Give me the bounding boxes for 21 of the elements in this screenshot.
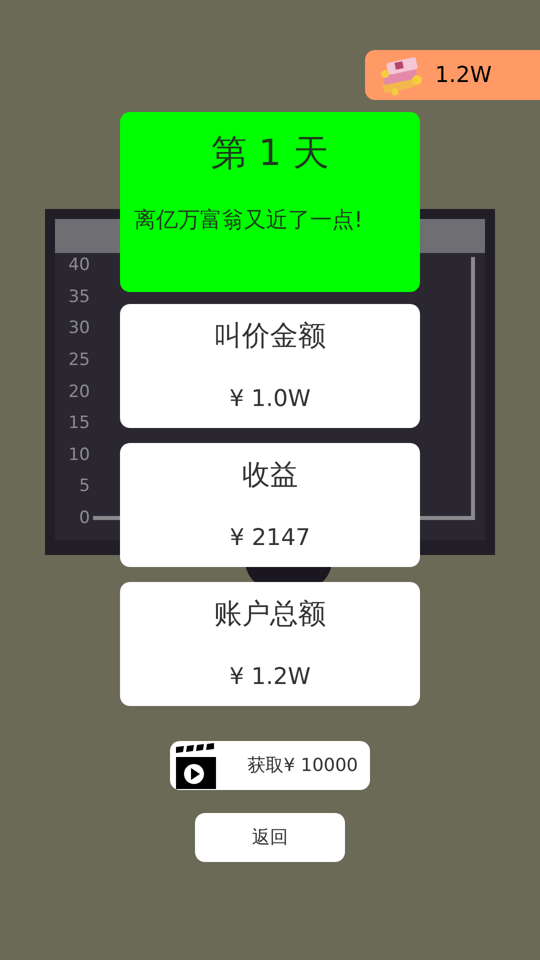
wallet-amount: 1.2W (435, 62, 492, 90)
axis-label: 40 (68, 255, 90, 275)
axis-label: 0 (79, 508, 90, 528)
stat-label: 收益 (242, 457, 298, 493)
reward-video-button[interactable]: 获取¥ 10000 (170, 741, 370, 790)
stat-value: ¥ 2147 (230, 524, 310, 553)
stat-label: 账户总额 (214, 596, 326, 632)
stat-value: ¥ 1.0W (229, 385, 311, 414)
day-title: 第 1 天 (211, 132, 329, 176)
axis-label: 20 (68, 382, 90, 402)
axis-label: 25 (68, 350, 90, 370)
axis-label: 10 (68, 444, 90, 465)
back-button[interactable]: 返回 (195, 813, 345, 862)
video-clapper-icon (174, 742, 216, 788)
axis-label: 35 (68, 286, 90, 307)
result-message: 离亿万富翁又近了一点! (133, 207, 363, 235)
axis-label: 5 (79, 476, 90, 496)
stat-value: ¥ 1.2W (229, 663, 311, 692)
axis-label: 30 (68, 318, 90, 338)
stat-label: 叫价金额 (214, 318, 326, 354)
axis-label: 15 (68, 413, 90, 434)
